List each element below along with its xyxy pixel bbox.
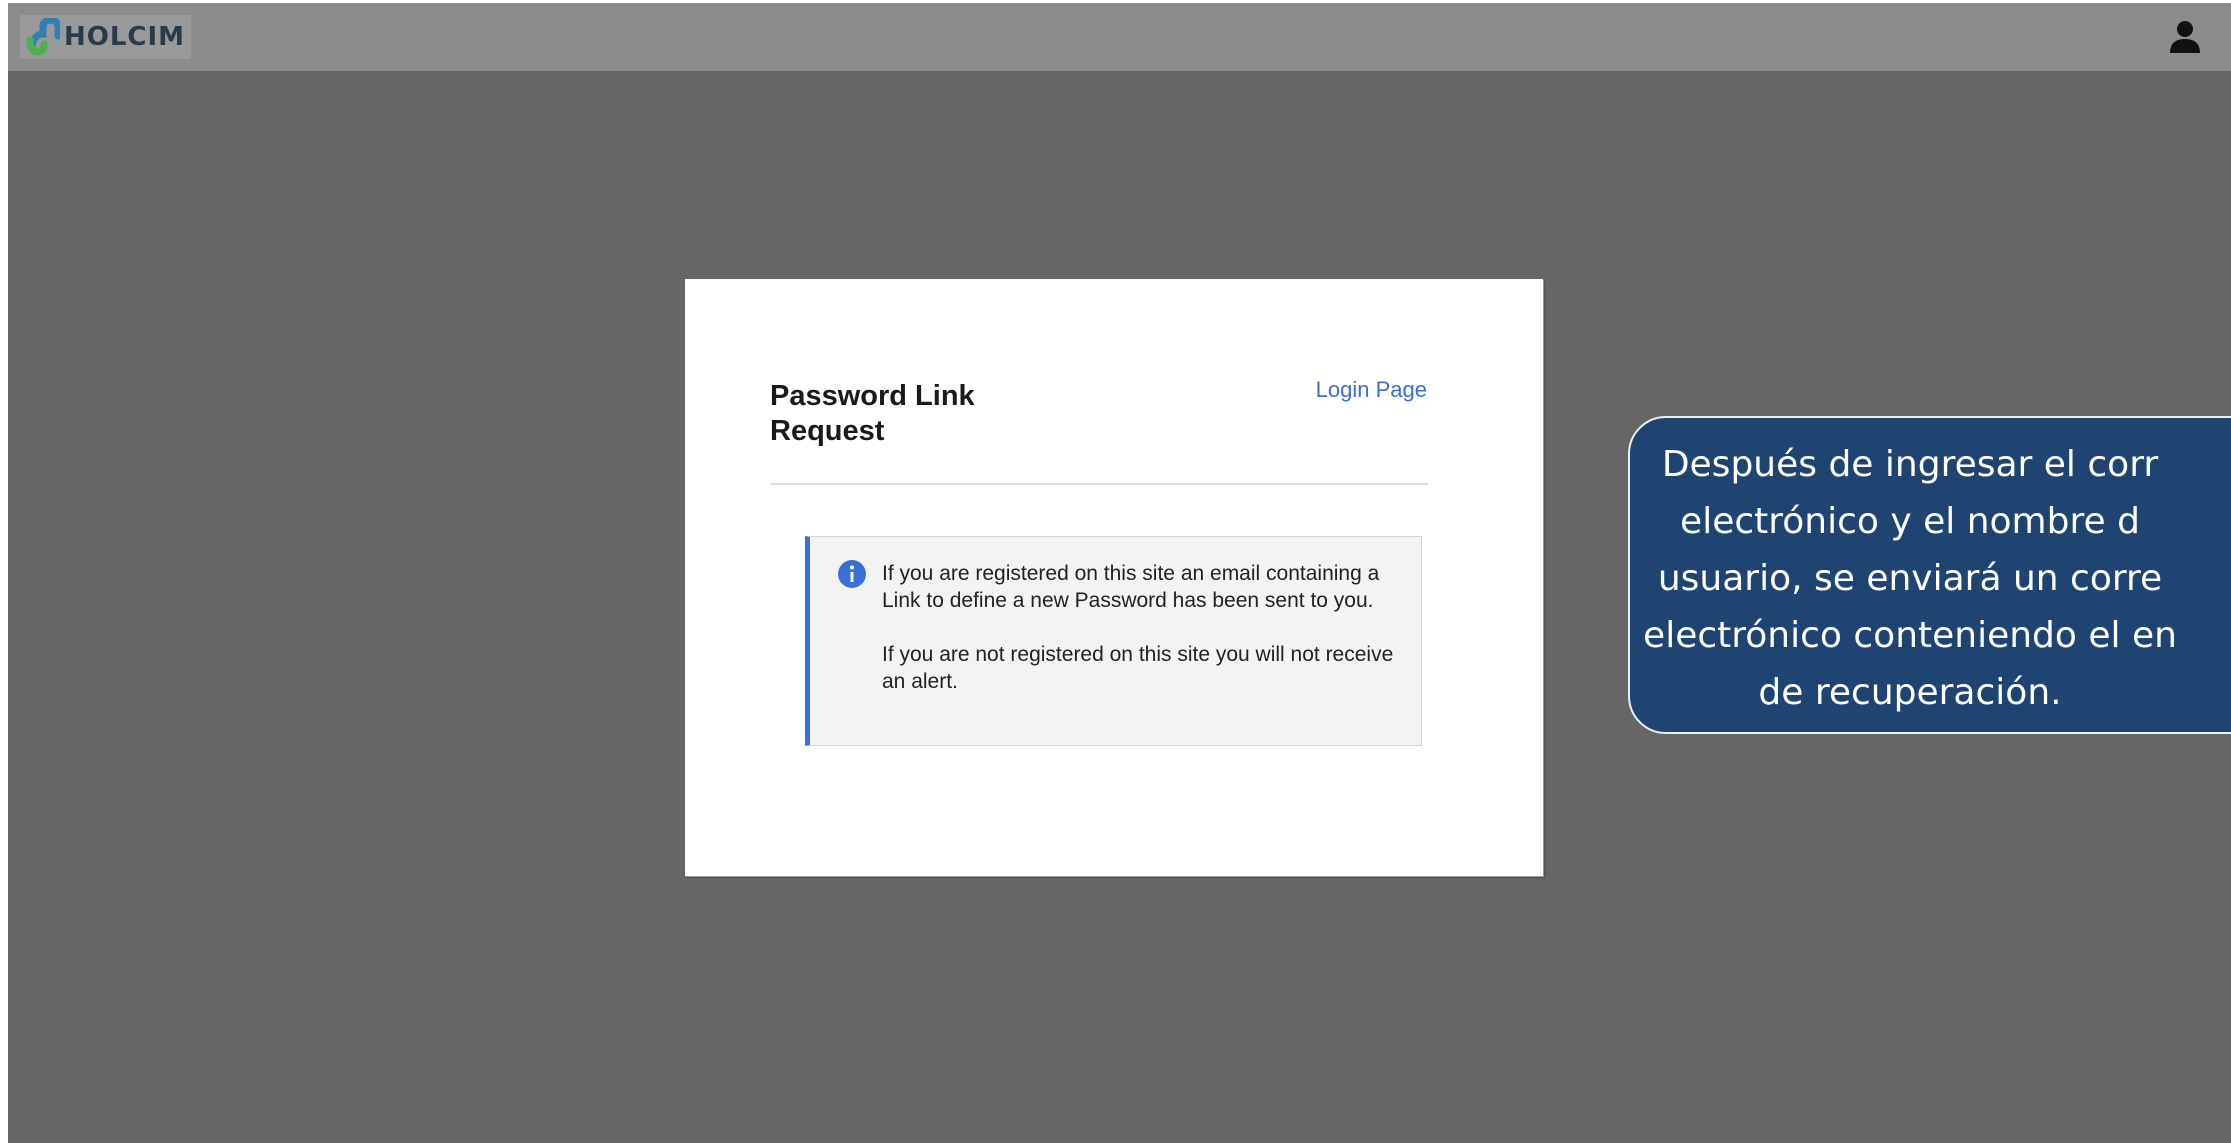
- login-page-link[interactable]: Login Page: [1316, 377, 1427, 403]
- card-title: Password Link Request: [770, 380, 975, 447]
- page-overlay: HOLCIM Password Link Request Login Page …: [8, 3, 2231, 1143]
- title-divider: [770, 483, 1428, 485]
- callout-text: Después de ingresar el corr electrónico …: [1643, 444, 2177, 713]
- top-navigation-bar: HOLCIM: [8, 3, 2231, 71]
- alert-message: If you are registered on this site an em…: [882, 560, 1402, 695]
- brand-name: HOLCIM: [64, 22, 186, 52]
- user-icon[interactable]: [2167, 19, 2203, 55]
- info-icon: [838, 560, 866, 588]
- tutorial-callout: Después de ingresar el corr electrónico …: [1628, 416, 2231, 734]
- holcim-logo[interactable]: HOLCIM: [20, 15, 192, 59]
- holcim-logo-icon: [26, 18, 60, 56]
- alert-message-registered: If you are registered on this site an em…: [882, 562, 1380, 612]
- alert-message-not-registered: If you are not registered on this site y…: [882, 643, 1394, 693]
- password-link-request-card: Password Link Request Login Page If you …: [685, 279, 1543, 876]
- info-alert: If you are registered on this site an em…: [805, 536, 1422, 746]
